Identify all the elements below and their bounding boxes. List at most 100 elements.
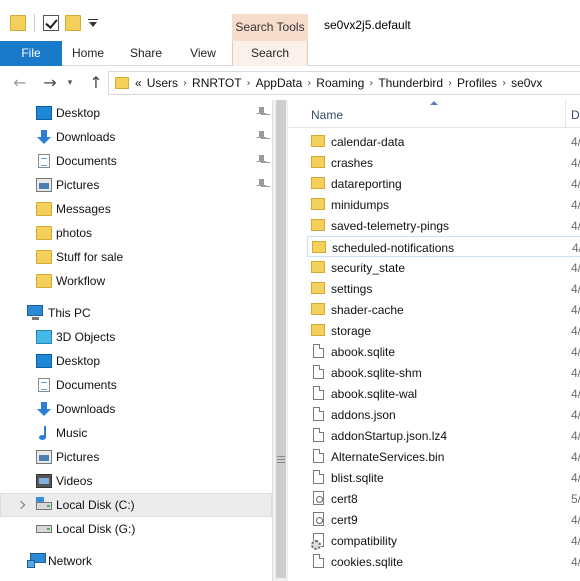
file-icon xyxy=(313,365,324,379)
navigation-pane-scrollbar[interactable] xyxy=(272,100,288,581)
nav-item-downloads-pc[interactable]: Downloads xyxy=(0,397,272,421)
file-name: addons.json xyxy=(331,408,396,422)
nav-item-label: Stuff for sale xyxy=(56,250,124,264)
pin-icon[interactable] xyxy=(256,107,266,117)
file-name: abook.sqlite xyxy=(331,345,396,359)
file-row[interactable]: abook.sqlite 4/ xyxy=(307,341,580,362)
pin-icon[interactable] xyxy=(256,155,266,165)
forward-arrow-icon[interactable]: → xyxy=(40,73,60,93)
file-row[interactable]: shader-cache 4/ xyxy=(307,299,580,320)
file-icon xyxy=(313,470,324,484)
breadcrumb-appdata[interactable]: AppData xyxy=(256,76,303,90)
tab-search[interactable]: Search xyxy=(232,41,308,66)
folder-icon xyxy=(115,77,129,89)
nav-item-messages[interactable]: Messages xyxy=(0,197,272,221)
nav-item-label: photos xyxy=(56,226,93,240)
new-folder-icon[interactable] xyxy=(65,15,81,31)
file-date: 4/ xyxy=(571,324,580,338)
nav-item-network[interactable]: Network xyxy=(0,549,272,573)
file-row[interactable]: calendar-data 4/ xyxy=(307,131,580,152)
file-row[interactable]: abook.sqlite-shm 4/ xyxy=(307,362,580,383)
download-icon xyxy=(36,402,52,416)
nav-item-local-disk-g[interactable]: Local Disk (G:) xyxy=(0,517,272,541)
folder-icon xyxy=(36,274,52,288)
properties-icon[interactable] xyxy=(43,15,59,31)
breadcrumb-chevron-icon[interactable]: › xyxy=(369,78,373,89)
file-name: abook.sqlite-shm xyxy=(331,366,422,380)
tab-home[interactable]: Home xyxy=(62,41,114,66)
nav-item-local-disk-c[interactable]: Local Disk (C:) xyxy=(0,493,272,517)
breadcrumb-chevron-icon[interactable]: › xyxy=(448,78,452,89)
breadcrumb-rnrtot[interactable]: RNRTOT xyxy=(192,76,242,90)
file-row[interactable]: compatibility 4/ xyxy=(307,530,580,551)
file-row[interactable]: abook.sqlite-wal 4/ xyxy=(307,383,580,404)
chevron-right-icon[interactable] xyxy=(17,501,25,509)
file-row[interactable]: minidumps 4/ xyxy=(307,194,580,215)
back-arrow-icon[interactable]: ← xyxy=(10,73,30,93)
nav-item-this-pc[interactable]: This PC xyxy=(0,301,272,325)
file-row[interactable]: saved-telemetry-pings 4/ xyxy=(307,215,580,236)
nav-item-label: Pictures xyxy=(56,450,100,464)
nav-item-label: Desktop xyxy=(56,106,101,120)
breadcrumb-overflow[interactable]: « xyxy=(135,76,142,90)
tab-share[interactable]: Share xyxy=(118,41,174,66)
breadcrumb-profiles[interactable]: Profiles xyxy=(457,76,497,90)
file-row[interactable]: security_state 4/ xyxy=(307,257,580,278)
file-list: Name D calendar-data 4/crashes 4/datarepor… xyxy=(289,100,580,581)
file-name: abook.sqlite-wal xyxy=(331,387,418,401)
nav-item-desktop[interactable]: Desktop xyxy=(0,101,272,125)
file-icon xyxy=(313,554,324,568)
nav-item-documents[interactable]: Documents xyxy=(0,149,272,173)
file-row[interactable]: scheduled-notifications 4/ xyxy=(307,236,580,257)
file-row[interactable]: blist.sqlite 4/ xyxy=(307,467,580,488)
breadcrumb-users[interactable]: Users xyxy=(147,76,178,90)
local-disk-icon xyxy=(36,525,52,533)
breadcrumb-thunderbird[interactable]: Thunderbird xyxy=(378,76,443,90)
nav-item-pictures-pc[interactable]: Pictures xyxy=(0,445,272,469)
nav-item-pictures[interactable]: Pictures xyxy=(0,173,272,197)
nav-item-stuff-for-sale[interactable]: Stuff for sale xyxy=(0,245,272,269)
tab-view[interactable]: View xyxy=(178,41,228,66)
nav-item-videos[interactable]: Videos xyxy=(0,469,272,493)
nav-item-3d-objects[interactable]: 3D Objects xyxy=(0,325,272,349)
nav-item-downloads[interactable]: Downloads xyxy=(0,125,272,149)
nav-item-documents-pc[interactable]: Documents xyxy=(0,373,272,397)
nav-item-label: Network xyxy=(48,554,93,568)
breadcrumb-chevron-icon[interactable]: › xyxy=(183,78,187,89)
scrollbar-thumb[interactable] xyxy=(276,100,286,578)
config-file-icon xyxy=(311,533,324,550)
breadcrumb-roaming[interactable]: Roaming xyxy=(316,76,364,90)
file-row[interactable]: crashes 4/ xyxy=(307,152,580,173)
file-row[interactable]: addons.json 4/ xyxy=(307,404,580,425)
address-bar[interactable]: « Users › RNRTOT › AppData › Roaming › T… xyxy=(108,71,580,95)
file-row[interactable]: addonStartup.json.lz4 4/ xyxy=(307,425,580,446)
column-header-name[interactable]: Name xyxy=(311,108,343,122)
computer-icon xyxy=(27,305,43,320)
column-header-date[interactable]: D xyxy=(571,108,580,122)
file-row[interactable]: settings 4/ xyxy=(307,278,580,299)
file-row[interactable]: cert9 4/ xyxy=(307,509,580,530)
file-row[interactable]: cert8 5/ xyxy=(307,488,580,509)
pin-icon[interactable] xyxy=(256,179,266,189)
breadcrumb-profile[interactable]: se0vx xyxy=(511,76,542,90)
search-tools-header: Search Tools xyxy=(232,14,308,41)
file-row[interactable]: cookies.sqlite 4/ xyxy=(307,551,580,572)
nav-item-music[interactable]: Music xyxy=(0,421,272,445)
breadcrumb-chevron-icon[interactable]: › xyxy=(247,78,251,89)
column-divider[interactable] xyxy=(565,100,566,128)
breadcrumb-chevron-icon[interactable]: › xyxy=(502,78,506,89)
nav-item-workflow[interactable]: Workflow xyxy=(0,269,272,293)
customize-toolbar-icon[interactable] xyxy=(87,17,99,29)
file-row[interactable]: datareporting 4/ xyxy=(307,173,580,194)
up-arrow-icon[interactable]: ↑ xyxy=(86,73,106,93)
breadcrumb-chevron-icon[interactable]: › xyxy=(307,78,311,89)
nav-item-desktop-pc[interactable]: Desktop xyxy=(0,349,272,373)
file-date: 5/ xyxy=(571,492,580,506)
pin-icon[interactable] xyxy=(256,131,266,141)
folder-icon xyxy=(312,241,326,253)
file-row[interactable]: AlternateServices.bin 4/ xyxy=(307,446,580,467)
recent-locations-icon[interactable]: ▾ xyxy=(64,73,76,93)
file-row[interactable]: storage 4/ xyxy=(307,320,580,341)
tab-file[interactable]: File xyxy=(0,41,62,66)
nav-item-photos[interactable]: photos xyxy=(0,221,272,245)
